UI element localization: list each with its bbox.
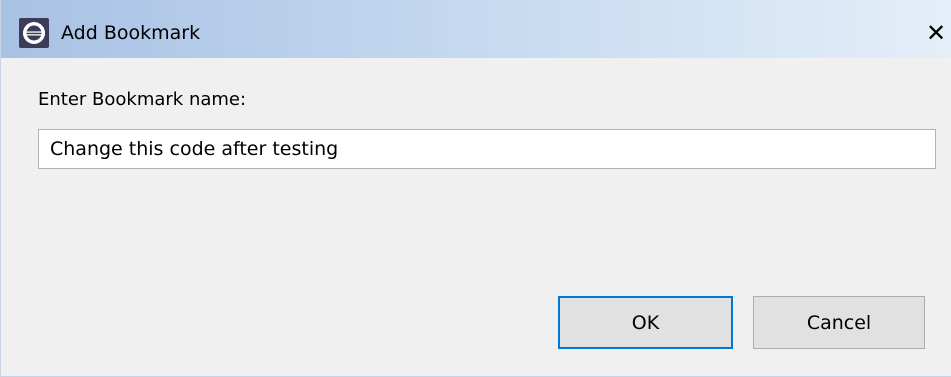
- window-title: Add Bookmark: [61, 22, 201, 44]
- bookmark-name-label: Enter Bookmark name:: [38, 89, 247, 110]
- cancel-button[interactable]: Cancel: [753, 296, 925, 349]
- add-bookmark-dialog: Add Bookmark ✕ Enter Bookmark name: OK C…: [0, 0, 951, 377]
- ok-button[interactable]: OK: [558, 296, 733, 349]
- bookmark-name-input[interactable]: [38, 129, 936, 169]
- eclipse-app-icon: [19, 18, 49, 48]
- close-icon[interactable]: ✕: [925, 20, 947, 46]
- title-bar[interactable]: Add Bookmark ✕: [1, 0, 951, 58]
